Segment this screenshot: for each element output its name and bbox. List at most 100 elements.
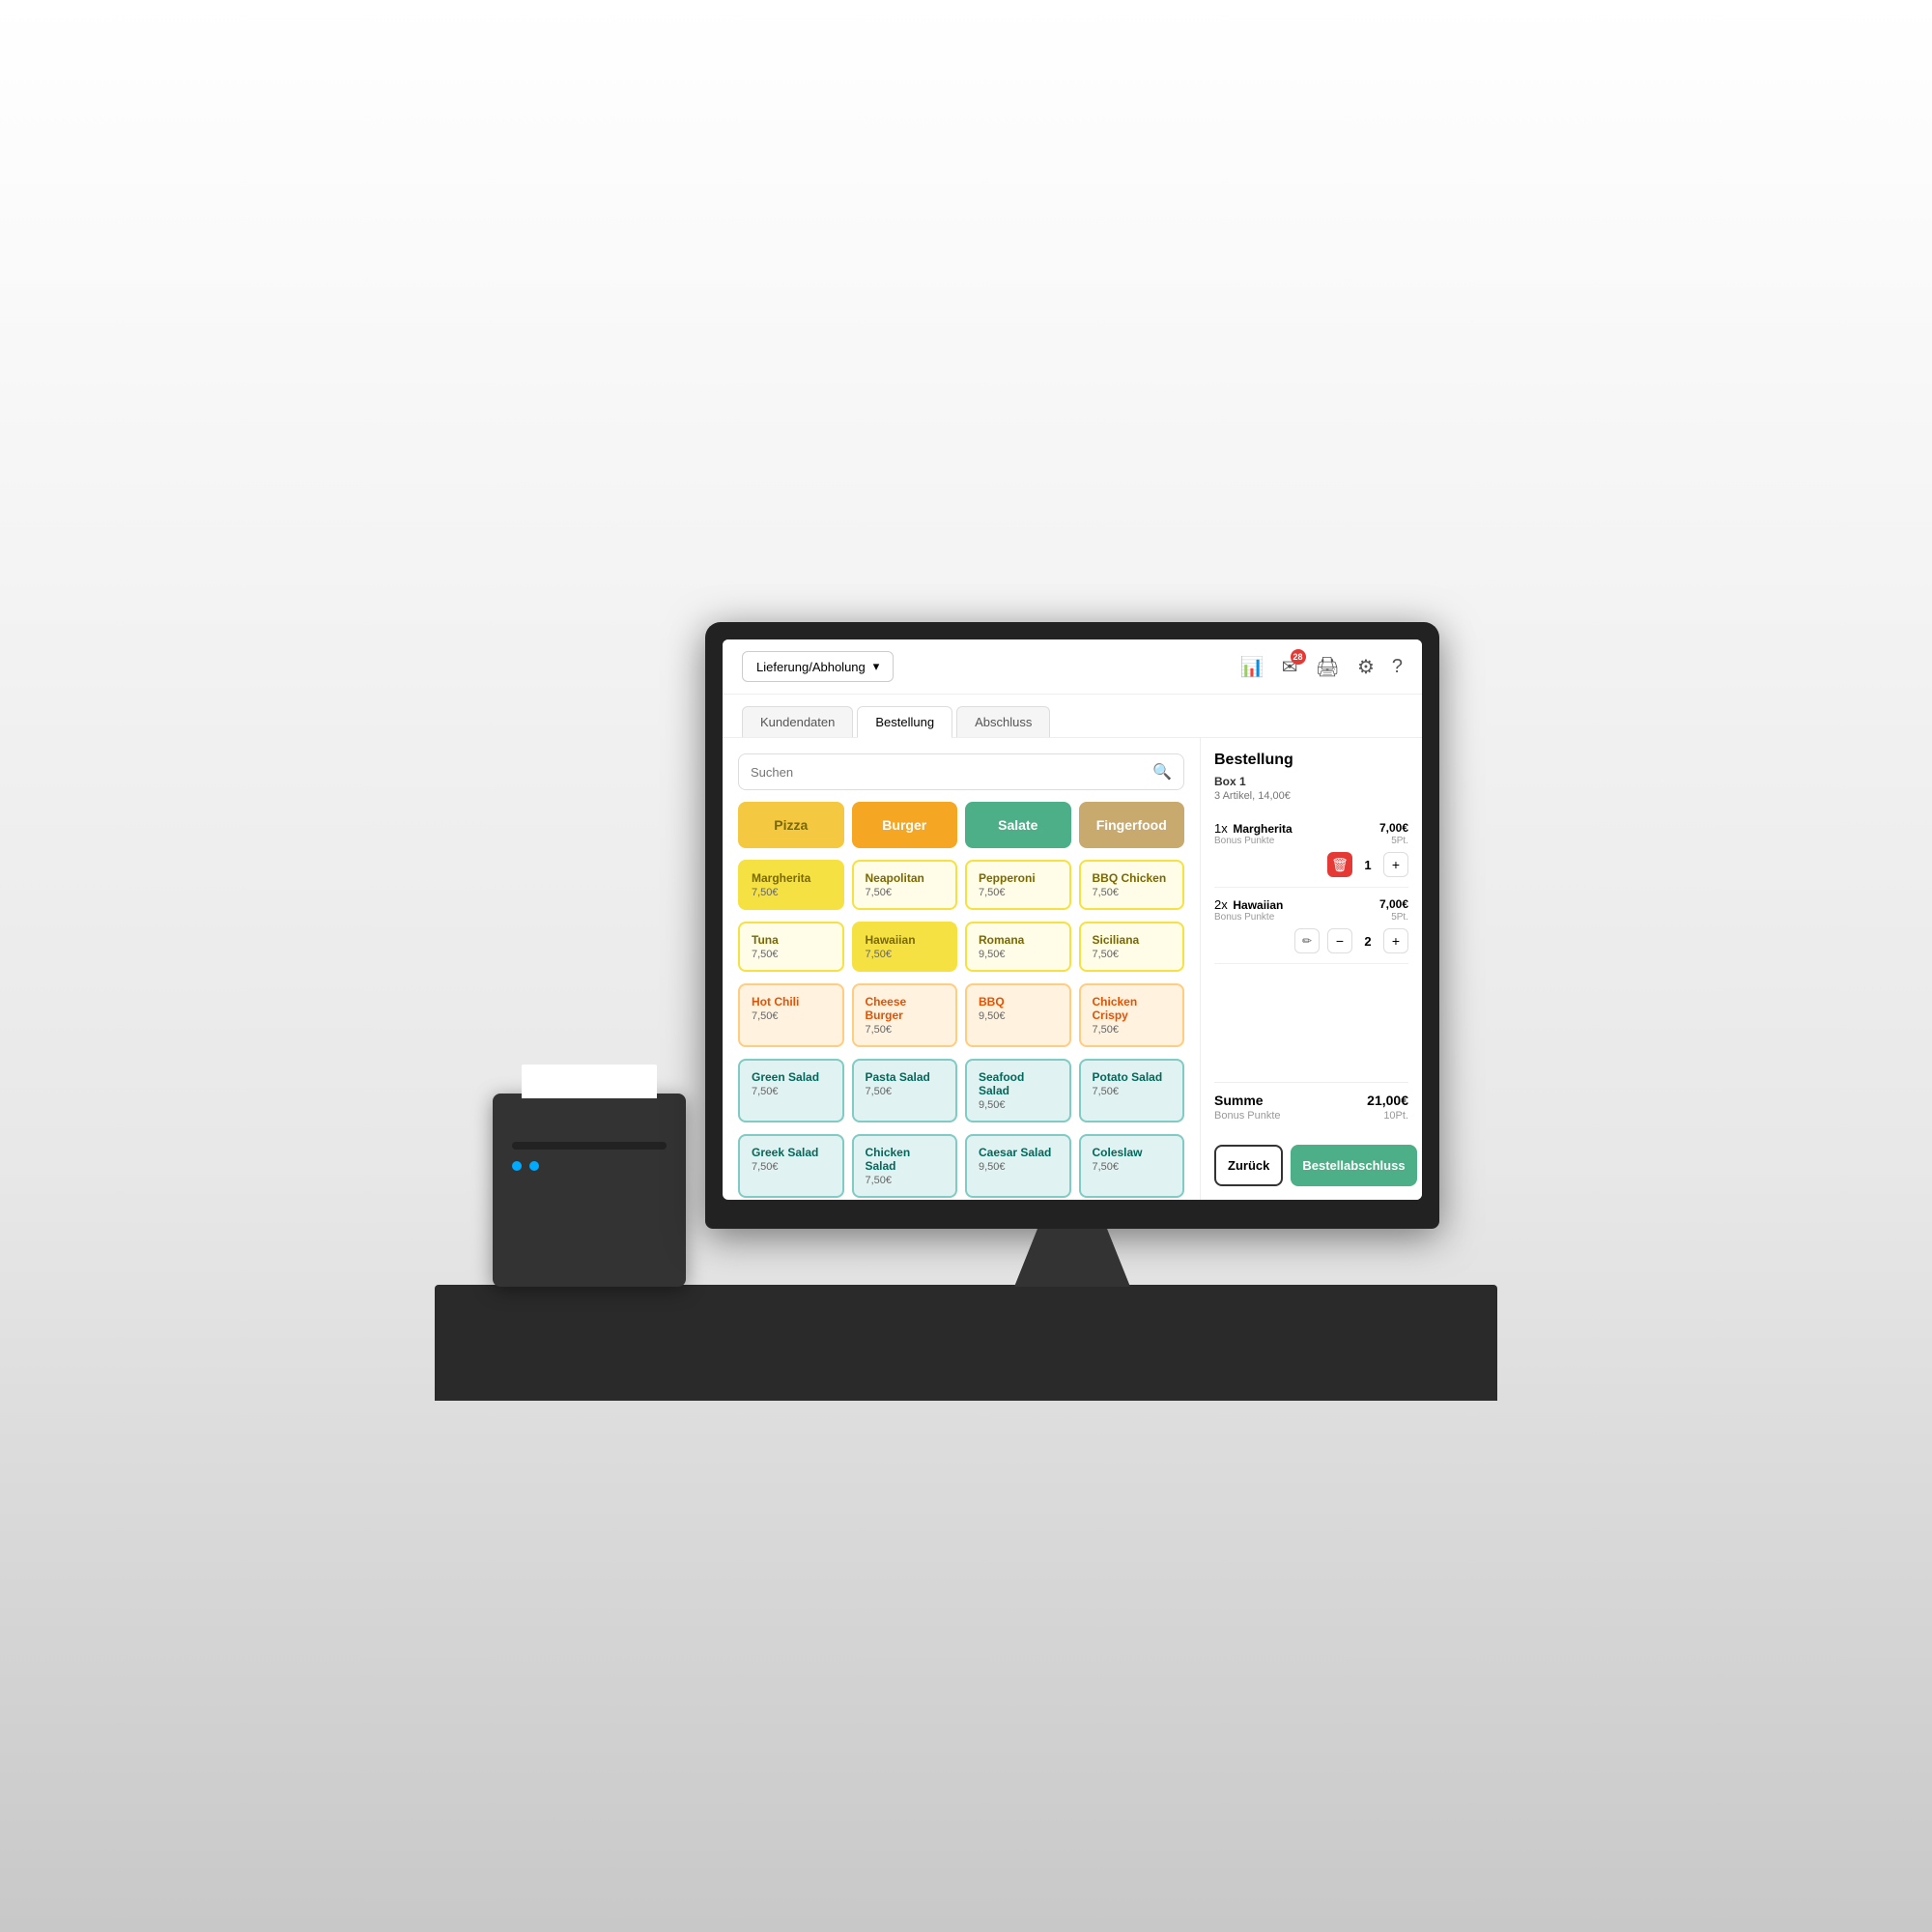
order-bonus-row: Bonus Punkte 10Pt. — [1214, 1110, 1408, 1122]
search-icon: 🔍 — [1152, 762, 1172, 781]
item-name: Margherita — [752, 871, 831, 885]
item-name: Romana — [979, 933, 1058, 947]
monitor-screen: Lieferung/Abholung ▾ 📊 ✉ 28 🖨 ⚙ ? — [723, 639, 1422, 1200]
item-price: 7,50€ — [1093, 887, 1172, 898]
menu-item[interactable]: Siciliana 7,50€ — [1079, 922, 1185, 972]
help-icon[interactable]: ? — [1392, 656, 1403, 678]
delete-button[interactable]: 🗑 — [1327, 852, 1352, 877]
monitor-frame: Lieferung/Abholung ▾ 📊 ✉ 28 🖨 ⚙ ? — [705, 622, 1439, 1229]
item-name: Tuna — [752, 933, 831, 947]
search-bar: 🔍 — [738, 753, 1184, 790]
item-price: 7,50€ — [752, 1161, 831, 1173]
item-name: Potato Salad — [1093, 1070, 1172, 1084]
item-name: Caesar Salad — [979, 1146, 1058, 1159]
pos-left: 🔍 Pizza Burger Salate Fingerfood — [723, 738, 1200, 1200]
item-name: Chicken Crispy — [1093, 995, 1172, 1022]
order-item-price: 7,00€ — [1379, 897, 1408, 911]
increase-button[interactable]: + — [1383, 928, 1408, 953]
item-price: 7,50€ — [866, 1024, 945, 1036]
monitor: Lieferung/Abholung ▾ 📊 ✉ 28 🖨 ⚙ ? — [705, 622, 1439, 1304]
menu-item[interactable]: Margherita 7,50€ — [738, 860, 844, 910]
item-name: Neapolitan — [866, 871, 945, 885]
menu-item[interactable]: Pasta Salad 7,50€ — [852, 1059, 958, 1122]
search-input[interactable] — [751, 765, 1145, 780]
menu-item[interactable]: Seafood Salad 9,50€ — [965, 1059, 1071, 1122]
pos-main: 🔍 Pizza Burger Salate Fingerfood — [723, 738, 1422, 1200]
edit-button[interactable]: ✏ — [1294, 928, 1320, 953]
item-price: 7,50€ — [979, 887, 1058, 898]
menu-item[interactable]: Hawaiian 7,50€ — [852, 922, 958, 972]
printer-light — [512, 1161, 522, 1171]
category-fingerfood[interactable]: Fingerfood — [1079, 802, 1185, 848]
menu-item[interactable]: Romana 9,50€ — [965, 922, 1071, 972]
back-button[interactable]: Zurück — [1214, 1145, 1283, 1186]
menu-item[interactable]: Coleslaw 7,50€ — [1079, 1134, 1185, 1198]
menu-item[interactable]: BBQ Chicken 7,50€ — [1079, 860, 1185, 910]
order-item-label: Hawaiian — [1233, 898, 1283, 912]
category-burger[interactable]: Burger — [852, 802, 958, 848]
tab-bestellung[interactable]: Bestellung — [857, 706, 952, 738]
monitor-stand — [1014, 1229, 1130, 1287]
printer — [493, 1094, 686, 1287]
item-name: BBQ Chicken — [1093, 871, 1172, 885]
menu-grid-pizza-2: Tuna 7,50€ Hawaiian 7,50€ Romana 9,50€ — [738, 922, 1184, 972]
menu-item[interactable]: Chicken Salad 7,50€ — [852, 1134, 958, 1198]
item-name: Cheese Burger — [866, 995, 945, 1022]
order-item-qty: 2x — [1214, 897, 1228, 912]
order-item-qty: 1x — [1214, 821, 1228, 836]
header-icons: 📊 ✉ 28 🖨 ⚙ ? — [1240, 655, 1403, 679]
order-item-controls: ✏ − 2 + — [1214, 928, 1408, 953]
order-title: Bestellung — [1214, 752, 1408, 769]
item-price: 7,50€ — [866, 887, 945, 898]
tab-abschluss[interactable]: Abschluss — [956, 706, 1050, 737]
complete-button[interactable]: Bestellabschluss — [1291, 1145, 1416, 1186]
pos-right: Bestellung Box 1 3 Artikel, 14,00€ 1x Ma… — [1200, 738, 1422, 1200]
printer-icon[interactable]: 🖨 — [1316, 655, 1340, 679]
chevron-down-icon: ▾ — [873, 659, 880, 674]
category-pizza[interactable]: Pizza — [738, 802, 844, 848]
item-price: 7,50€ — [1093, 1161, 1172, 1173]
quantity-value: 2 — [1360, 934, 1376, 949]
total-label: Summe — [1214, 1093, 1264, 1108]
menu-item[interactable]: Caesar Salad 9,50€ — [965, 1134, 1071, 1198]
menu-item[interactable]: Chicken Crispy 7,50€ — [1079, 983, 1185, 1047]
printer-light — [529, 1161, 539, 1171]
item-name: Hot Chili — [752, 995, 831, 1009]
printer-paper — [522, 1065, 657, 1098]
menu-item[interactable]: Tuna 7,50€ — [738, 922, 844, 972]
decrease-button[interactable]: − — [1327, 928, 1352, 953]
order-total: Summe 21,00€ Bonus Punkte 10Pt. — [1214, 1082, 1408, 1133]
delivery-dropdown[interactable]: Lieferung/Abholung ▾ — [742, 651, 894, 682]
mail-icon[interactable]: ✉ 28 — [1282, 655, 1298, 679]
tab-bar: Kundendaten Bestellung Abschluss — [723, 695, 1422, 738]
item-price: 7,50€ — [752, 949, 831, 960]
scene: Lieferung/Abholung ▾ 📊 ✉ 28 🖨 ⚙ ? — [435, 531, 1497, 1401]
order-total-row: Summe 21,00€ — [1214, 1093, 1408, 1108]
item-name: Pasta Salad — [866, 1070, 945, 1084]
menu-grid-pizza-1: Margherita 7,50€ Neapolitan 7,50€ Pepper… — [738, 860, 1184, 910]
menu-grid-salad-1: Green Salad 7,50€ Pasta Salad 7,50€ Seaf… — [738, 1059, 1184, 1122]
category-salate[interactable]: Salate — [965, 802, 1071, 848]
increase-button[interactable]: + — [1383, 852, 1408, 877]
order-spacer — [1214, 964, 1408, 1082]
item-price: 7,50€ — [866, 1175, 945, 1186]
menu-item[interactable]: Green Salad 7,50€ — [738, 1059, 844, 1122]
menu-item[interactable]: Hot Chili 7,50€ — [738, 983, 844, 1047]
item-name: Pepperoni — [979, 871, 1058, 885]
menu-item[interactable]: Greek Salad 7,50€ — [738, 1134, 844, 1198]
bonus-pts: 10Pt. — [1383, 1110, 1408, 1122]
item-name: Coleslaw — [1093, 1146, 1172, 1159]
tab-kundendaten[interactable]: Kundendaten — [742, 706, 853, 737]
item-name: Greek Salad — [752, 1146, 831, 1159]
menu-item[interactable]: Pepperoni 7,50€ — [965, 860, 1071, 910]
item-price: 9,50€ — [979, 1099, 1058, 1111]
menu-item[interactable]: Cheese Burger 7,50€ — [852, 983, 958, 1047]
menu-item[interactable]: Potato Salad 7,50€ — [1079, 1059, 1185, 1122]
order-box-sub: 3 Artikel, 14,00€ — [1214, 790, 1408, 802]
menu-item[interactable]: BBQ 9,50€ — [965, 983, 1071, 1047]
item-price: 7,50€ — [752, 887, 831, 898]
order-item-label: Margherita — [1233, 822, 1292, 836]
chart-icon[interactable]: 📊 — [1240, 655, 1264, 679]
menu-item[interactable]: Neapolitan 7,50€ — [852, 860, 958, 910]
settings-icon[interactable]: ⚙ — [1357, 655, 1375, 679]
